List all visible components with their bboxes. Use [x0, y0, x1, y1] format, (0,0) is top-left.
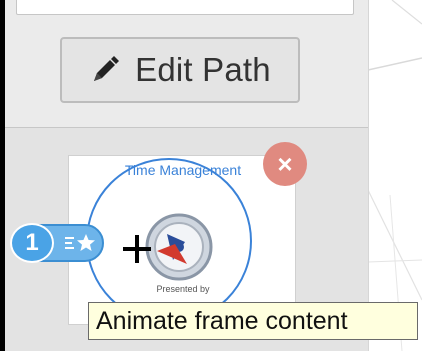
tooltip: Animate frame content: [88, 302, 418, 340]
delete-frame-button[interactable]: ×: [263, 142, 307, 186]
close-icon: ×: [277, 149, 293, 179]
thumbnail-title: Time Management: [124, 162, 242, 178]
move-cursor-icon: [123, 235, 151, 263]
thumbnail-subtitle: Presented by: [156, 284, 210, 294]
window-edge: [0, 0, 5, 351]
edit-path-label: Edit Path: [135, 51, 271, 88]
edit-path-button[interactable]: Edit Path: [60, 37, 300, 103]
pencil-icon: [94, 56, 120, 81]
star-animation-icon[interactable]: [62, 231, 98, 255]
frame-order-number: 1: [10, 223, 54, 263]
top-input-field[interactable]: [16, 0, 354, 15]
